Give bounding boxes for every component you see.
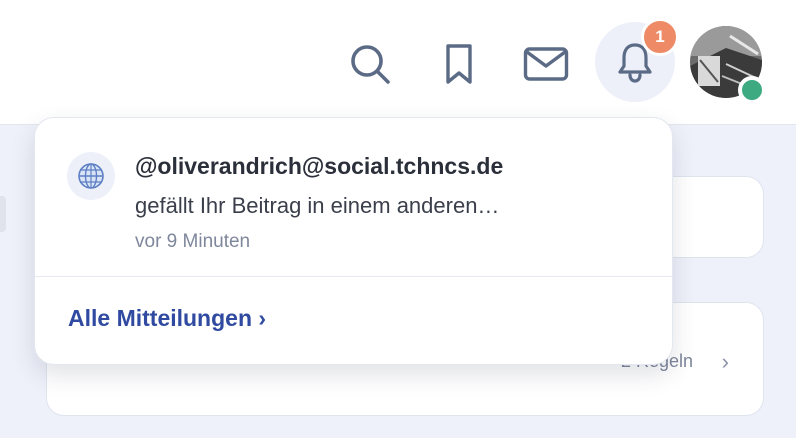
notification-item[interactable]: @oliverandrich@social.tchncs.de gefällt …: [35, 118, 672, 277]
notification-avatar: [67, 152, 115, 200]
bookmark-icon: [446, 44, 472, 84]
notification-timestamp: vor 9 Minuten: [135, 231, 251, 252]
notification-author: @oliverandrich@social.tchncs.de: [135, 153, 504, 179]
messages-button[interactable]: [522, 40, 570, 88]
search-icon: [351, 45, 390, 84]
notification-count-badge: 1: [641, 18, 679, 56]
top-navigation-bar: 1: [0, 0, 796, 125]
left-edge-element: [0, 196, 6, 232]
search-button[interactable]: [346, 40, 394, 88]
notifications-popover: @oliverandrich@social.tchncs.de gefällt …: [34, 117, 673, 365]
all-notifications-link[interactable]: Alle Mitteilungen ›: [68, 305, 266, 332]
online-status-indicator: [738, 76, 766, 104]
bookmarks-button[interactable]: [435, 40, 483, 88]
mail-icon: [523, 47, 569, 81]
notification-text: gefällt Ihr Beitrag in einem anderen…: [135, 193, 500, 218]
globe-icon: [78, 163, 104, 189]
chevron-right-icon: ›: [721, 349, 729, 374]
